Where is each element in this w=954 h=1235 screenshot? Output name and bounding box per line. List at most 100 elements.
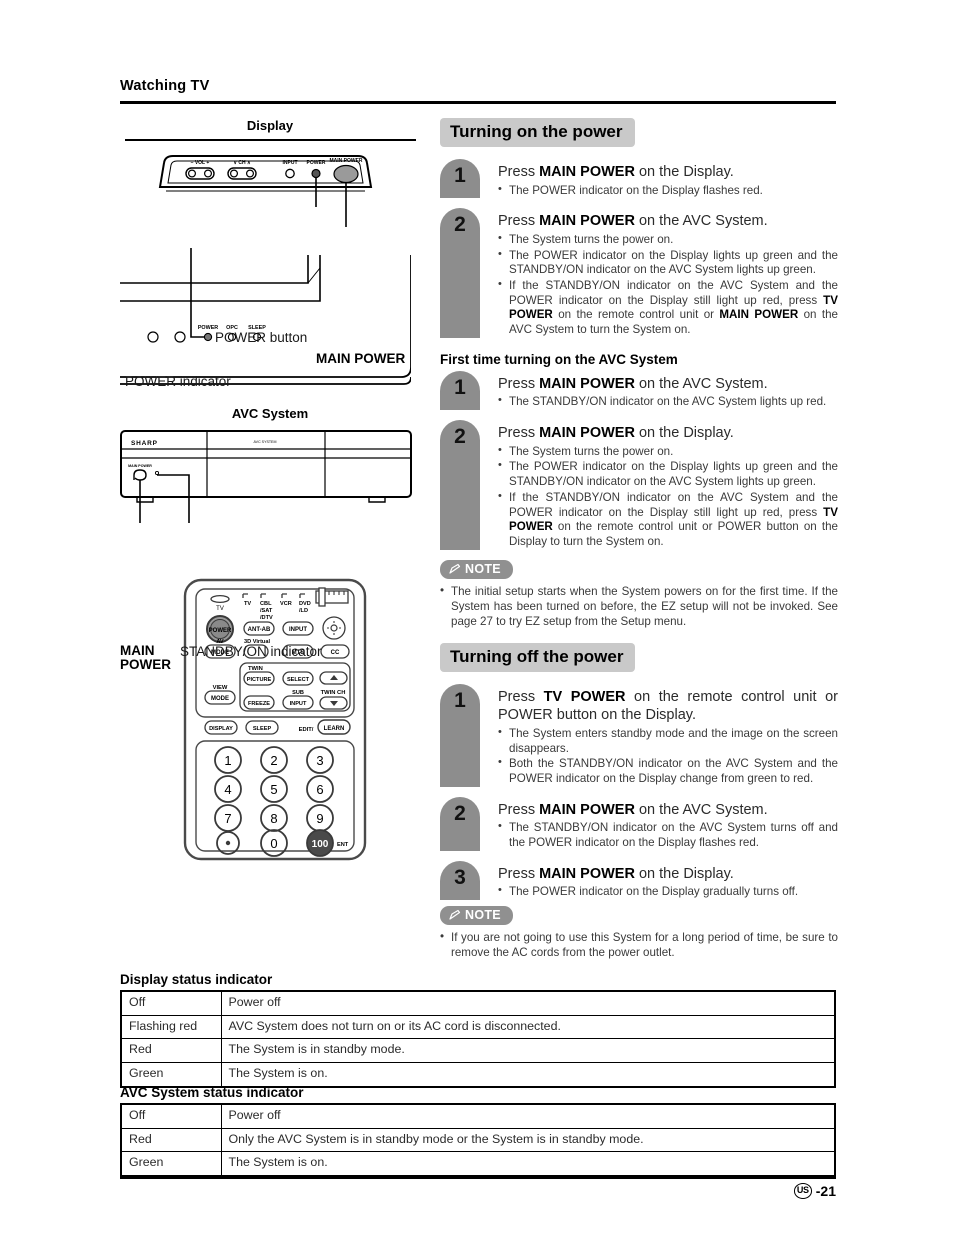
- svg-text:/DTV: /DTV: [260, 615, 273, 621]
- svg-text:∨ CH ∧: ∨ CH ∧: [233, 160, 251, 166]
- avc-main-power-label: MAIN POWER: [120, 643, 171, 672]
- step: 2 Press MAIN POWER on the AVC System. Th…: [440, 796, 838, 851]
- bullet: If the STANDBY/ON indicator on the AVC S…: [498, 490, 838, 550]
- step: 3 Press MAIN POWER on the Display. The P…: [440, 860, 838, 901]
- svg-text:4: 4: [224, 782, 231, 797]
- step-bullets: The System turns the power on. The POWER…: [498, 444, 838, 550]
- right-column: Turning on the power 1 Press MAIN POWER …: [440, 118, 838, 960]
- svg-text:7: 7: [224, 811, 231, 826]
- svg-text:LEARN: LEARN: [324, 726, 345, 732]
- svg-text:TWIN: TWIN: [248, 666, 263, 672]
- note-badge: NOTE: [440, 559, 513, 579]
- power-indicator-label: POWER indicator: [125, 374, 231, 389]
- standby-on-indicator-label: STANDBY/ON indicator: [180, 644, 322, 659]
- svg-text:VCR: VCR: [280, 601, 292, 607]
- status-state: Green: [120, 1151, 222, 1177]
- bullet: The System enters standby mode and the i…: [498, 726, 838, 756]
- lead-pre: Press: [498, 801, 540, 818]
- page-footer: US -21: [120, 1176, 836, 1199]
- footer-divider: [120, 1176, 836, 1179]
- svg-text:– VOL +: – VOL +: [191, 160, 210, 166]
- step-bullets: The System turns the power on. The POWER…: [498, 232, 838, 338]
- status-state: Off: [120, 990, 222, 1016]
- step-bullets: The STANDBY/ON indicator on the AVC Syst…: [498, 394, 838, 410]
- step: 2 Press MAIN POWER on the AVC System. Th…: [440, 208, 838, 338]
- note-item: The initial setup starts when the System…: [440, 583, 838, 629]
- step: 1 Press TV POWER on the remote control u…: [440, 683, 838, 787]
- lead-bold: TV POWER: [543, 688, 626, 705]
- bullet: The POWER indicator on the Display light…: [498, 248, 838, 278]
- step-number: 2: [440, 420, 480, 550]
- table-row: Green The System is on.: [120, 1151, 836, 1177]
- avc-main-power-line1: MAIN: [120, 643, 155, 658]
- svg-text:FREEZE: FREEZE: [248, 701, 270, 707]
- lead-pre: Press: [498, 688, 544, 705]
- step-bullets: The System enters standby mode and the i…: [498, 726, 838, 787]
- status-desc: The System is on.: [220, 1151, 836, 1177]
- svg-text:8: 8: [270, 811, 277, 826]
- svg-text:INPUT: INPUT: [290, 701, 307, 707]
- svg-text:6: 6: [316, 782, 323, 797]
- lead-post: on the Display.: [634, 865, 734, 882]
- bullet: The System turns the power on.: [498, 444, 838, 460]
- lead-post: on the Display.: [634, 425, 734, 442]
- lead-bold: MAIN POWER: [539, 375, 635, 392]
- step-number: 1: [440, 370, 480, 411]
- left-column: Display – VOL + ∨ CH ∧ INPUT POWER MAIN …: [120, 118, 420, 862]
- lead-pre: Press: [498, 425, 540, 442]
- note-badge-label: NOTE: [465, 561, 501, 576]
- table-row: Off Power off: [120, 990, 836, 1016]
- lead-pre: Press: [498, 375, 540, 392]
- note-item: If you are not going to use this System …: [440, 929, 838, 960]
- lead-post: on the AVC System.: [634, 375, 768, 392]
- bullet: The System turns the power on.: [498, 232, 838, 248]
- step-number: 1: [440, 159, 480, 199]
- svg-text:POWER: POWER: [209, 628, 232, 634]
- lead-bold: MAIN POWER: [539, 164, 635, 180]
- avc-system-diagram: SHARP AVC SYSTEM MAIN POWER: [120, 430, 412, 523]
- svg-text:9: 9: [316, 811, 323, 826]
- note-badge: NOTE: [440, 906, 513, 926]
- table-row: Green The System is on.: [120, 1061, 836, 1088]
- lead-post: on the AVC System.: [634, 213, 768, 230]
- lead-bold: MAIN POWER: [539, 801, 635, 818]
- bullet: The STANDBY/ON indicator on the AVC Syst…: [498, 820, 838, 850]
- avc-status-table-section: AVC System status indicator Off Power of…: [120, 1085, 836, 1177]
- display-diagram-caption: Display: [246, 118, 294, 133]
- table-row: Red The System is in standby mode.: [120, 1038, 836, 1063]
- svg-text:SUB: SUB: [292, 690, 304, 696]
- step-instruction: Press MAIN POWER on the Display.: [498, 865, 838, 884]
- bullet: The POWER indicator on the Display gradu…: [498, 884, 838, 900]
- svg-text:EDIT/: EDIT/: [299, 727, 314, 733]
- svg-text:ENT: ENT: [337, 842, 349, 848]
- status-desc: Power off: [220, 1103, 836, 1129]
- status-state: Flashing red: [120, 1014, 222, 1040]
- pencil-icon: [449, 563, 461, 574]
- avc-status-table: Off Power off Red Only the AVC System is…: [120, 1103, 836, 1177]
- step-instruction: Press TV POWER on the remote control uni…: [498, 688, 838, 725]
- svg-text:/LD: /LD: [299, 608, 308, 614]
- svg-text:MODE: MODE: [211, 696, 229, 702]
- status-state: Green: [120, 1061, 222, 1088]
- svg-text:DISPLAY: DISPLAY: [209, 726, 233, 732]
- bullet: The POWER indicator on the Display light…: [498, 459, 838, 489]
- header-divider: [120, 101, 836, 104]
- page-number: -21: [815, 1183, 836, 1199]
- step: 1 Press MAIN POWER on the AVC System. Th…: [440, 370, 838, 411]
- bullet: The STANDBY/ON indicator on the AVC Syst…: [498, 394, 838, 410]
- svg-text:0: 0: [270, 836, 277, 851]
- step-number: 2: [440, 208, 480, 338]
- step-number: 2: [440, 796, 480, 851]
- bullet: If the STANDBY/ON indicator on the AVC S…: [498, 278, 838, 338]
- display-status-table: Off Power off Flashing red AVC System do…: [120, 990, 836, 1088]
- svg-text:CBL: CBL: [260, 601, 272, 607]
- step-instruction: Press MAIN POWER on the Display.: [498, 424, 838, 443]
- svg-text:TWIN CH: TWIN CH: [321, 690, 346, 696]
- svg-text:SLEEP: SLEEP: [253, 726, 272, 732]
- section-heading-turning-on: Turning on the power: [440, 118, 635, 147]
- svg-text:DVD: DVD: [299, 601, 311, 607]
- pencil-icon: [449, 909, 461, 920]
- step-number: 1: [440, 683, 480, 787]
- svg-text:2: 2: [270, 753, 277, 768]
- svg-text:AVC SYSTEM: AVC SYSTEM: [254, 440, 277, 444]
